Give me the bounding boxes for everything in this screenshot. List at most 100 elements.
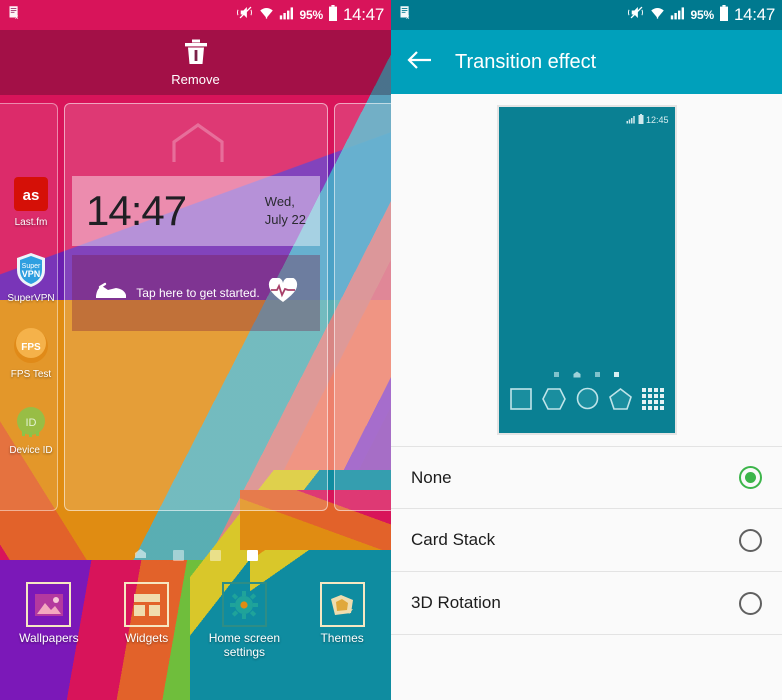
preview-dock	[499, 387, 675, 415]
status-bar-clock: 14:47	[733, 5, 775, 24]
status-bar: x 95% 14:47	[0, 0, 391, 30]
remove-drop-target[interactable]: Remove	[0, 30, 391, 95]
signal-bars-icon	[279, 6, 295, 25]
option-row-card-stack[interactable]: Card Stack	[391, 509, 782, 572]
heart-pulse-icon	[268, 276, 298, 309]
signal-bars-icon	[626, 111, 636, 129]
signal-bars-icon	[670, 6, 686, 25]
circle-shape-icon	[576, 387, 599, 415]
page-indicator-home-icon[interactable]	[134, 546, 147, 564]
option-label: Card Stack	[411, 530, 496, 549]
vibrate-mute-icon	[236, 5, 254, 25]
svg-text:x: x	[406, 14, 410, 20]
status-bar-right-icons: 95% 14:47	[236, 4, 384, 26]
clock-widget-day: Wed,	[264, 194, 295, 210]
trash-icon	[183, 38, 209, 71]
dock-item-widgets[interactable]: Widgets	[98, 582, 196, 660]
preview-dot	[595, 371, 600, 377]
app-bar: Transition effect	[391, 30, 782, 94]
dock-label: Themes	[320, 631, 364, 645]
document-x-icon: x	[7, 5, 22, 25]
status-bar-left-icons: x	[398, 5, 413, 25]
svg-text:x: x	[15, 14, 19, 20]
device-id-icon: ID	[12, 403, 50, 441]
status-bar: x 95% 14:47	[391, 0, 782, 30]
battery-icon	[328, 4, 338, 26]
status-bar-clock: 14:47	[342, 5, 384, 24]
option-row-none[interactable]: None	[391, 446, 782, 509]
page-indicator-dot[interactable]	[209, 549, 221, 561]
preview-home-icon	[573, 365, 581, 383]
phone-preview[interactable]: 12:45	[496, 105, 677, 435]
preview-clock: 12:45	[645, 115, 669, 125]
svg-text:FPS: FPS	[21, 342, 41, 353]
remove-label: Remove	[171, 72, 220, 87]
transition-option-list: None Card Stack 3D Rotation	[391, 446, 782, 635]
preview-page-indicator	[499, 365, 675, 383]
app-icon-fps-test[interactable]: FPS FPS Test	[4, 327, 58, 380]
themes-icon	[319, 582, 365, 627]
preview-dot	[614, 371, 619, 377]
option-row-3d-rotation[interactable]: 3D Rotation	[391, 572, 782, 635]
app-label: FPS Test	[10, 369, 52, 380]
radio-button[interactable]	[739, 591, 762, 615]
wifi-icon	[259, 6, 274, 25]
page-indicator	[0, 546, 391, 564]
app-icon-lastfm[interactable]: as Last.fm	[4, 175, 58, 228]
svg-text:VPN: VPN	[22, 269, 41, 279]
fps-test-icon: FPS	[12, 327, 50, 365]
screenshot-root: x 95% 14:47 Remove as Last.fm Super VPN …	[0, 0, 782, 700]
radio-button-selected[interactable]	[739, 466, 762, 489]
app-label: Last.fm	[14, 217, 48, 228]
pentagon-shape-icon	[608, 387, 632, 415]
page-title: Transition effect	[455, 50, 597, 73]
clock-widget-date: Wed, July 22	[265, 193, 306, 228]
document-x-icon: x	[398, 5, 413, 25]
page-indicator-dot-active[interactable]	[246, 549, 258, 561]
wallpaper-icon	[26, 582, 72, 627]
wifi-icon	[650, 6, 665, 25]
home-outline-icon	[170, 122, 226, 169]
health-widget[interactable]: Tap here to get started.	[72, 255, 320, 331]
clock-widget-time: 14:47	[86, 187, 187, 234]
vibrate-mute-icon	[627, 5, 645, 25]
dock-label: Wallpapers	[19, 631, 79, 645]
battery-percent-label: 95%	[690, 8, 715, 22]
square-shape-icon	[509, 387, 532, 415]
svg-text:as: as	[23, 187, 40, 204]
back-arrow-icon[interactable]	[407, 50, 433, 75]
app-label: SuperVPN	[7, 293, 55, 304]
option-label: None	[411, 467, 452, 487]
app-icon-supervpn[interactable]: Super VPN SuperVPN	[4, 251, 58, 304]
status-bar-left-icons: x	[7, 5, 22, 25]
clock-widget[interactable]: 14:47 Wed, July 22	[72, 176, 320, 246]
edit-mode-dock: Wallpapers Widgets Home screen settings …	[0, 582, 391, 660]
option-label: 3D Rotation	[411, 593, 501, 612]
hexagon-shape-icon	[541, 387, 566, 415]
dock-label: Home screen settings	[208, 631, 281, 659]
dock-item-themes[interactable]: Themes	[293, 582, 391, 660]
battery-percent-label: 95%	[299, 8, 324, 22]
home-screen-edit-mode: x 95% 14:47 Remove as Last.fm Super VPN …	[0, 0, 391, 700]
status-bar-right-icons: 95% 14:47	[627, 4, 775, 26]
app-label: Device ID	[9, 445, 53, 456]
dock-item-wallpapers[interactable]: Wallpapers	[0, 582, 98, 660]
radio-button[interactable]	[739, 528, 762, 552]
clock-widget-monthday: July 22	[264, 212, 306, 227]
widgets-icon	[124, 582, 170, 627]
preview-status-bar: 12:45	[626, 111, 669, 129]
app-icon-column: as Last.fm Super VPN SuperVPN FPS FPS Te…	[4, 175, 58, 479]
transition-preview-area: 12:45	[391, 94, 782, 446]
app-grid-icon	[641, 387, 664, 415]
health-widget-text: Tap here to get started.	[136, 286, 260, 300]
transition-effect-screen: x 95% 14:47 Transition effect 12:45 None…	[391, 0, 782, 700]
svg-text:ID: ID	[26, 417, 37, 429]
lastfm-icon: as	[12, 175, 50, 213]
page-panel-right[interactable]	[334, 103, 391, 511]
supervpn-shield-icon: Super VPN	[12, 251, 50, 289]
page-indicator-dot[interactable]	[172, 549, 184, 561]
battery-icon	[719, 4, 729, 26]
dock-item-home-screen-settings[interactable]: Home screen settings	[196, 582, 294, 660]
app-icon-device-id[interactable]: ID Device ID	[4, 403, 58, 456]
running-shoe-icon	[94, 280, 128, 307]
